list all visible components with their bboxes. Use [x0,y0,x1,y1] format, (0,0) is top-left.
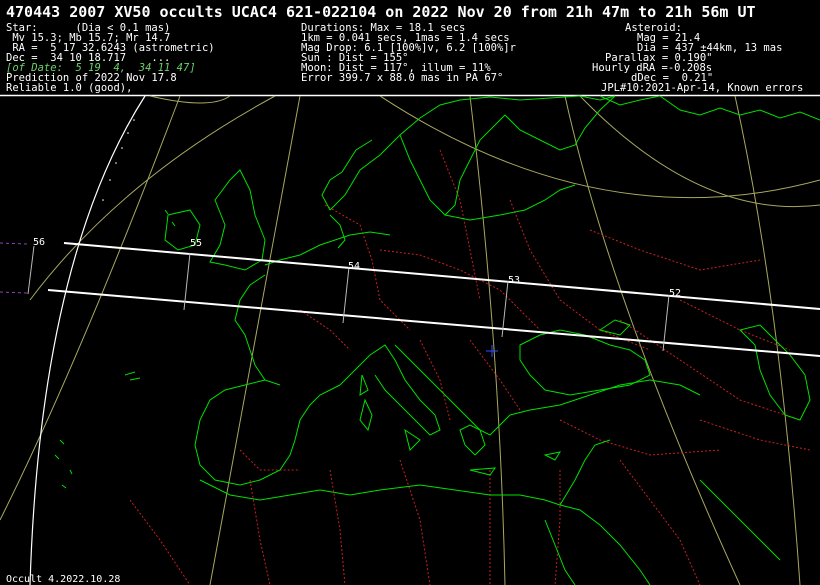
center-marker [486,345,498,357]
coastline-cyprus [543,451,562,461]
software-version: Occult 4.2022.10.28 [6,574,121,585]
coastline-europe-north [264,231,391,266]
path-north-limit [63,242,820,310]
country-borders [129,149,811,585]
time-label-52: 52 [669,288,681,299]
coastline-sweden [399,114,506,216]
coastline-iberia [194,379,341,486]
coastline-white-sea [659,95,820,121]
latitude-line [29,95,276,301]
coastline-france-west [234,274,281,386]
coastline-scandinavia [329,95,616,211]
limb-dots [102,119,135,201]
west-extension [0,242,29,294]
coastline-norway [321,139,373,211]
coastline-greece [459,414,511,456]
reliability: Reliable 1.0 (good), [6,82,133,94]
coastline-caspian [739,324,811,421]
coastline-sicily [404,428,421,451]
coastline-balkans [394,344,486,456]
time-label-56: 56 [33,237,45,248]
coastline-finland [504,95,616,151]
coastline-azov [598,319,631,336]
latitude-line [579,95,820,208]
time-labels: 56 55 54 53 52 [33,237,681,299]
coastline-britain [209,169,266,271]
path-south-limit [47,289,820,357]
coastline-canary [54,439,73,489]
coastline-baltic [444,184,576,221]
coastlines [54,95,820,585]
coastline-denmark [329,214,346,249]
coastline-madeira [124,371,141,381]
jpl-source: JPL#10:2021-Apr-14, Known errors [601,82,804,94]
coastline-italy [339,344,441,436]
coastline-africa [199,479,651,585]
time-label-53: 53 [508,275,520,286]
occultation-map: 56 55 54 53 52 470443 2007 XV50 occults … [0,0,820,585]
longitude-line [564,95,741,585]
coastline-turkey [509,379,701,416]
event-title: 470443 2007 XV50 occults UCAC4 621-02210… [6,3,756,21]
coastline-gulf [699,479,781,561]
coastline-corsica [359,374,369,396]
time-label-54: 54 [348,261,360,272]
earth-limb [29,95,146,585]
latitude-line [0,95,181,521]
coastline-crete [469,467,497,476]
longitude-line [469,95,506,585]
latitude-line [149,95,231,104]
coastline-sardinia [359,398,373,432]
coastline-red-sea [544,519,576,585]
time-label-55: 55 [190,238,202,249]
error-ellipse: Error 399.7 x 88.0 mas in PA 67° [301,72,504,84]
graticule [0,95,820,585]
coastline-levant [559,439,611,506]
shadow-path [47,242,820,357]
